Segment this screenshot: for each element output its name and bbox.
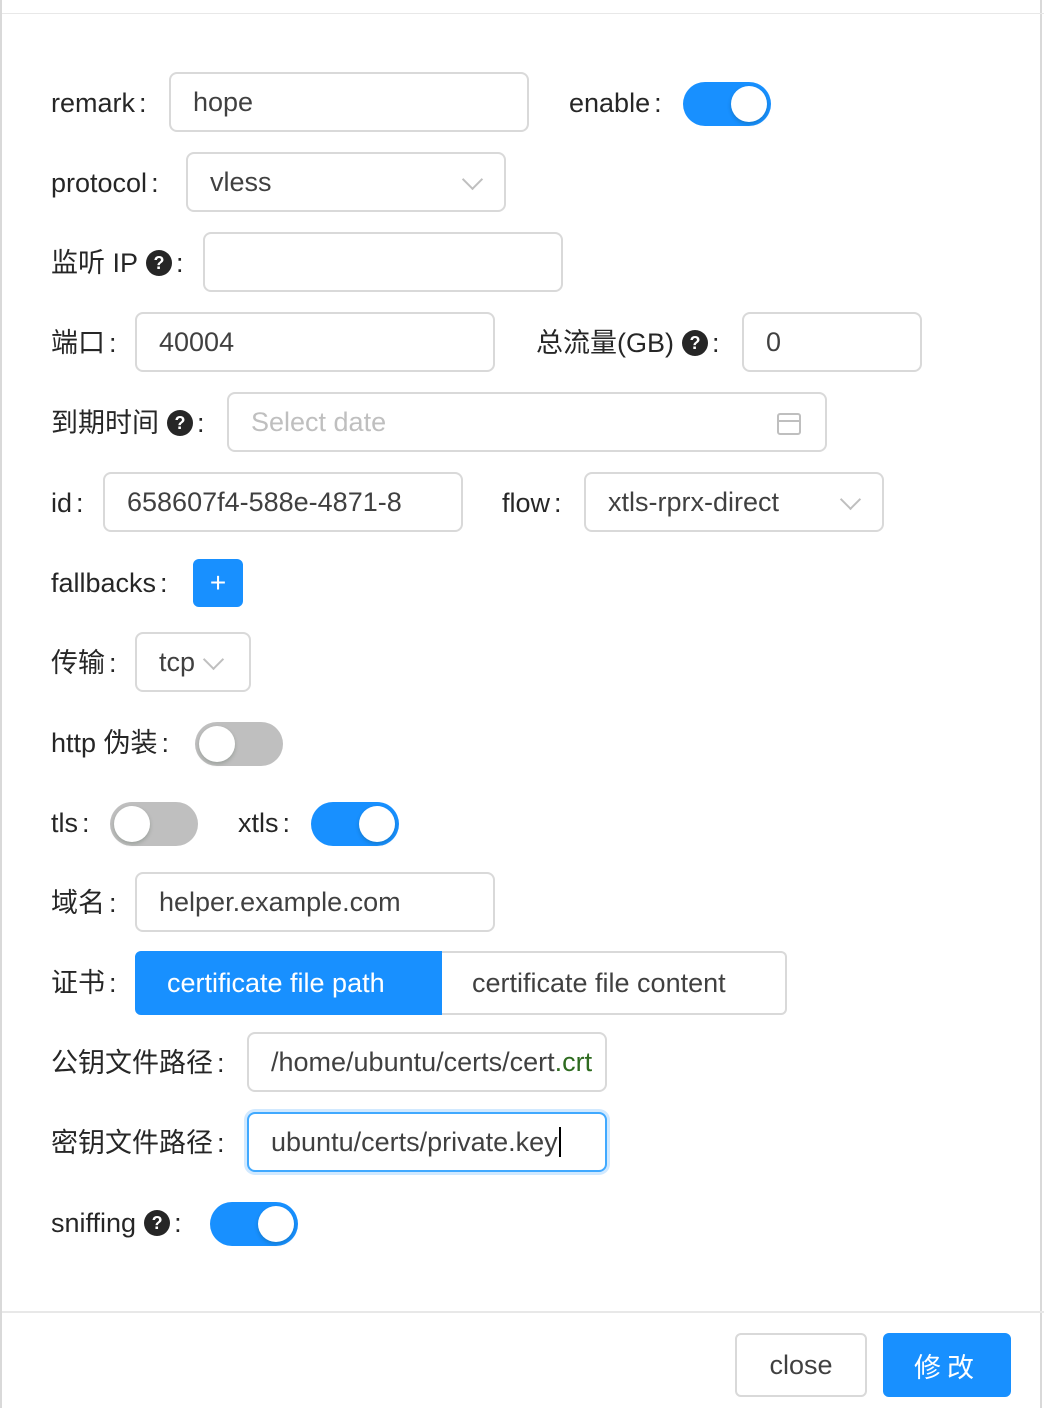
certificate-label-text: 证书: [51, 968, 105, 998]
total-traffic-label-text: 总流量(GB): [536, 328, 674, 358]
add-fallback-button[interactable]: +: [193, 559, 243, 607]
certificate-file-content-option[interactable]: certificate file content: [442, 951, 787, 1015]
http-camouflage-label: http 伪装:: [51, 723, 169, 763]
domain-value: helper.example.com: [159, 886, 401, 917]
question-icon[interactable]: ?: [146, 250, 173, 276]
tls-switch[interactable]: [110, 802, 198, 846]
chevron-down-icon: [461, 168, 484, 191]
submit-button[interactable]: 修改: [883, 1333, 1011, 1397]
fallbacks-label: fallbacks:: [51, 563, 168, 603]
switch-knob: [258, 1206, 294, 1242]
public-key-path-value: /home/ubuntu/certs/cert: [271, 1046, 555, 1077]
question-icon[interactable]: ?: [167, 410, 193, 436]
transport-label: 传输:: [51, 643, 117, 683]
public-key-path-label: 公钥文件路径:: [51, 1043, 225, 1083]
option-label: certificate file content: [472, 967, 726, 998]
flow-label-text: flow: [502, 488, 551, 518]
port-input[interactable]: 40004: [135, 312, 495, 372]
public-key-path-suffix: .crt: [554, 1046, 593, 1077]
remark-value: hope: [193, 86, 254, 117]
domain-input[interactable]: helper.example.com: [135, 872, 495, 932]
chevron-down-icon: [202, 648, 225, 671]
tls-label-text: tls: [51, 808, 78, 838]
id-value: 658607f4-588e-4871-8: [127, 486, 402, 517]
switch-knob: [199, 726, 235, 762]
transport-label-text: 传输: [51, 648, 105, 678]
remark-input[interactable]: hope: [169, 72, 529, 132]
protocol-value: vless: [210, 166, 272, 197]
certificate-file-path-option[interactable]: certificate file path: [135, 951, 442, 1015]
flow-label: flow:: [502, 483, 562, 523]
domain-label-text: 域名: [51, 888, 105, 918]
flow-value: xtls-rprx-direct: [608, 486, 780, 517]
total-traffic-label: 总流量(GB) ?:: [536, 323, 720, 363]
private-key-path-label-text: 密钥文件路径: [51, 1128, 213, 1158]
calendar-icon: [777, 413, 801, 435]
question-icon[interactable]: ?: [144, 1210, 171, 1236]
listen-ip-label-text: 监听 IP: [51, 248, 139, 278]
transport-value: tcp: [159, 646, 196, 677]
protocol-select[interactable]: vless: [186, 152, 506, 212]
expiry-placeholder: Select date: [251, 406, 387, 437]
text-cursor: [558, 1127, 561, 1157]
expiry-date-picker[interactable]: Select date: [227, 392, 827, 452]
expiry-label-text: 到期时间: [51, 408, 159, 438]
http-camouflage-label-text: http 伪装: [51, 728, 158, 758]
fallbacks-label-text: fallbacks: [51, 568, 157, 598]
expiry-label: 到期时间 ?:: [51, 403, 205, 443]
remark-label-text: remark: [51, 88, 136, 118]
http-camouflage-switch[interactable]: [195, 722, 283, 766]
switch-knob: [114, 806, 150, 842]
domain-label: 域名:: [51, 883, 117, 923]
listen-ip-input[interactable]: [203, 232, 563, 292]
enable-label: enable:: [569, 83, 662, 123]
enable-switch[interactable]: [683, 82, 771, 126]
private-key-path-label: 密钥文件路径:: [51, 1123, 225, 1163]
enable-label-text: enable: [569, 88, 651, 118]
plus-icon: +: [209, 567, 227, 598]
switch-knob: [359, 806, 395, 842]
close-button-label: close: [769, 1349, 833, 1380]
option-label: certificate file path: [167, 967, 385, 998]
id-label-text: id: [51, 488, 73, 518]
id-input[interactable]: 658607f4-588e-4871-8: [103, 472, 463, 532]
public-key-path-label-text: 公钥文件路径: [51, 1048, 213, 1078]
protocol-label: protocol:: [51, 163, 159, 203]
sniffing-label-text: sniffing: [51, 1208, 137, 1238]
submit-button-label: 修改: [914, 1352, 980, 1383]
footer-divider: [2, 1311, 1044, 1313]
remark-label: remark:: [51, 83, 147, 123]
switch-knob: [731, 86, 767, 122]
port-value: 40004: [159, 326, 235, 357]
certificate-label: 证书:: [51, 963, 117, 1003]
inbound-modal: remark: hope enable: protocol: vless 监听 …: [0, 0, 1044, 1408]
header-divider: [2, 13, 1044, 14]
private-key-path-value: ubuntu/certs/private.key: [271, 1126, 558, 1157]
total-traffic-value: 0: [766, 326, 782, 357]
private-key-path-input[interactable]: ubuntu/certs/private.key: [247, 1112, 607, 1172]
chevron-down-icon: [839, 488, 862, 511]
transport-select[interactable]: tcp: [135, 632, 251, 692]
close-button[interactable]: close: [735, 1333, 867, 1397]
port-label-text: 端口: [51, 328, 105, 358]
protocol-label-text: protocol: [51, 168, 148, 198]
certificate-mode-group: certificate file path certificate file c…: [135, 951, 787, 1015]
total-traffic-input[interactable]: 0: [742, 312, 922, 372]
listen-ip-label: 监听 IP ?:: [51, 243, 184, 283]
xtls-label: xtls:: [238, 803, 290, 843]
xtls-switch[interactable]: [311, 802, 399, 846]
question-icon[interactable]: ?: [682, 330, 708, 356]
xtls-label-text: xtls: [238, 808, 279, 838]
sniffing-switch[interactable]: [210, 1202, 298, 1246]
tls-label: tls:: [51, 803, 90, 843]
public-key-path-input[interactable]: /home/ubuntu/certs/cert .crt: [247, 1032, 607, 1092]
sniffing-label: sniffing ?:: [51, 1203, 182, 1243]
port-label: 端口:: [51, 323, 117, 363]
id-label: id:: [51, 483, 84, 523]
flow-select[interactable]: xtls-rprx-direct: [584, 472, 884, 532]
